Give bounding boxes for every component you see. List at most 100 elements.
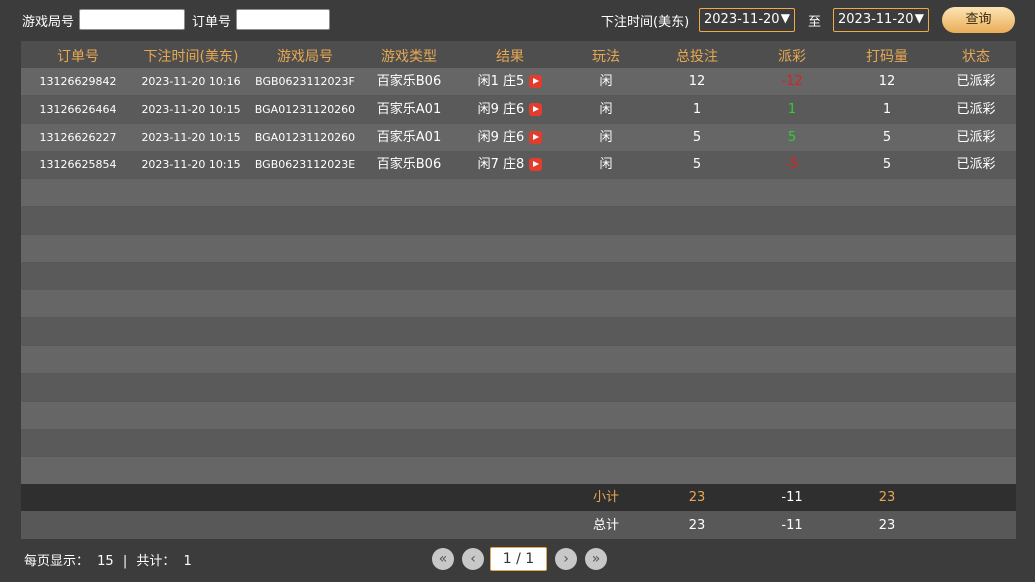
query-button[interactable]: 查询 <box>942 7 1015 33</box>
result-header: 结果 <box>496 49 524 65</box>
result-text: 闲9 庄6 <box>477 101 525 117</box>
game-id-cell: BGB0623112023F <box>255 75 355 88</box>
game-id-label: 游戏局号 <box>22 15 75 30</box>
turnover-cell: 5 <box>882 129 892 145</box>
table-row: 13126629842 2023-11-20 10:16 BGB0623112023… <box>21 68 1016 95</box>
bet-time-cell: 2023-11-20 10:15 <box>141 130 241 144</box>
bet-time-header: 下注时间(美东) <box>143 49 239 65</box>
game-type-cell: 百家乐B06 <box>376 74 442 89</box>
payout-header: 派彩 <box>778 49 806 65</box>
table-row <box>21 234 1016 262</box>
total-turnover: 23 <box>878 518 896 533</box>
table-row <box>21 429 1016 457</box>
subtotal-payout: -11 <box>781 490 803 505</box>
filter-bar: 游戏局号 订单号 下注时间(美东) 2023-11-20 ▼ 至 2023-11… <box>0 0 1035 40</box>
status-cell: 已派彩 <box>956 157 996 173</box>
pager-info: 每页显示： 15 | 共计： 1 <box>24 550 192 569</box>
total-payout: -11 <box>781 518 803 533</box>
table-row <box>21 262 1016 290</box>
total-bet-cell: 5 <box>692 157 702 173</box>
play-cell: 闲 <box>599 101 613 117</box>
table-row <box>21 290 1016 318</box>
first-page-icon[interactable]: « <box>432 548 454 570</box>
table-row <box>21 401 1016 429</box>
total-bet: 23 <box>688 518 706 533</box>
game-type-cell: 百家乐A01 <box>376 101 442 117</box>
table-row <box>21 457 1016 485</box>
order-no-cell: 13126629842 <box>39 75 117 88</box>
total-label: 总计 <box>592 518 619 533</box>
date-to-select[interactable]: 2023-11-20 ▼ <box>833 8 929 32</box>
result-text: 闲1 庄5 <box>477 74 525 89</box>
play-video-icon[interactable] <box>529 102 543 116</box>
order-no-cell: 13126626227 <box>39 130 117 144</box>
status-header: 状态 <box>962 49 990 65</box>
table-row: 13126626227 2023-11-20 10:15 BGA0123112026… <box>21 123 1016 151</box>
bet-time-label: 下注时间(美东) <box>601 15 690 30</box>
page-number-input[interactable]: 1 / 1 <box>490 547 547 571</box>
status-cell: 已派彩 <box>956 101 996 117</box>
game-id-input[interactable] <box>79 9 185 30</box>
next-page-icon[interactable]: › <box>555 548 577 570</box>
date-from-select[interactable]: 2023-11-20 ▼ <box>699 8 795 32</box>
subtotal-label: 小计 <box>592 490 619 505</box>
bet-time-cell: 2023-11-20 10:15 <box>141 158 241 172</box>
subtotal-row: 小计 23 -11 23 <box>21 484 1016 511</box>
turnover-cell: 5 <box>882 157 892 173</box>
play-header: 玩法 <box>592 49 620 65</box>
game-id-cell: BGA01231120260 <box>254 130 356 144</box>
subtotal-bet: 23 <box>688 490 706 505</box>
order-no-header: 订单号 <box>57 49 99 65</box>
bet-time-cell: 2023-11-20 10:16 <box>141 75 241 88</box>
date-to-value: 2023-11-20 <box>838 12 914 27</box>
table-row <box>21 179 1016 207</box>
table-header: 订单号 下注时间(美东) 游戏局号 游戏类型 结果 玩法 总投注 派彩 打码量 状态 <box>21 41 1016 68</box>
subtotal-turnover: 23 <box>878 490 896 505</box>
play-cell: 闲 <box>599 129 613 145</box>
table-row: 13126625854 2023-11-20 10:15 BGB0623112023… <box>21 151 1016 179</box>
payout-cell: -5 <box>785 157 799 173</box>
order-no-label: 订单号 <box>192 15 232 30</box>
play-cell: 闲 <box>599 157 613 173</box>
game-id-cell: BGA01231120260 <box>254 102 356 116</box>
dropdown-arrow-icon: ▼ <box>780 11 790 25</box>
result-text: 闲7 庄8 <box>477 157 525 173</box>
total-bet-header: 总投注 <box>676 49 718 65</box>
game-type-cell: 百家乐A01 <box>376 129 442 145</box>
play-video-icon[interactable] <box>529 75 543 88</box>
game-type-header: 游戏类型 <box>381 49 437 65</box>
play-cell: 闲 <box>599 74 613 89</box>
result-cell: 闲7 庄8 <box>460 151 560 178</box>
result-cell: 闲1 庄5 <box>460 68 560 95</box>
result-text: 闲9 庄6 <box>477 129 525 145</box>
last-page-icon[interactable]: » <box>585 548 607 570</box>
total-row: 总计 23 -11 23 <box>21 512 1016 539</box>
game-type-cell: 百家乐B06 <box>376 157 442 173</box>
payout-cell: 1 <box>787 101 797 117</box>
status-cell: 已派彩 <box>956 129 996 145</box>
prev-page-icon[interactable]: ‹ <box>462 548 484 570</box>
game-id-header: 游戏局号 <box>277 49 333 65</box>
result-cell: 闲9 庄6 <box>460 124 560 151</box>
pager-separator: | <box>122 554 128 569</box>
payout-cell: -12 <box>781 74 803 89</box>
total-count-value: 1 <box>183 554 192 569</box>
date-from-value: 2023-11-20 <box>704 12 780 27</box>
total-bet-cell: 12 <box>688 74 706 89</box>
table-row <box>21 346 1016 373</box>
turnover-cell: 1 <box>882 101 892 117</box>
turnover-header: 打码量 <box>866 49 908 65</box>
play-video-icon[interactable] <box>529 130 543 144</box>
result-cell: 闲9 庄6 <box>460 96 560 123</box>
order-no-cell: 13126626464 <box>39 102 117 116</box>
per-page-value: 15 <box>97 554 114 569</box>
table-row <box>21 373 1016 401</box>
order-no-input[interactable] <box>236 9 330 30</box>
order-no-cell: 13126625854 <box>39 158 117 172</box>
play-video-icon[interactable] <box>529 158 543 172</box>
total-bet-cell: 5 <box>692 129 702 145</box>
table-row <box>21 318 1016 346</box>
table-row: 13126626464 2023-11-20 10:15 BGA0123112026… <box>21 95 1016 123</box>
bet-records-table: 订单号 下注时间(美东) 游戏局号 游戏类型 结果 玩法 总投注 派彩 打码量 状态 131266… <box>21 41 1016 539</box>
to-label: 至 <box>808 15 822 30</box>
